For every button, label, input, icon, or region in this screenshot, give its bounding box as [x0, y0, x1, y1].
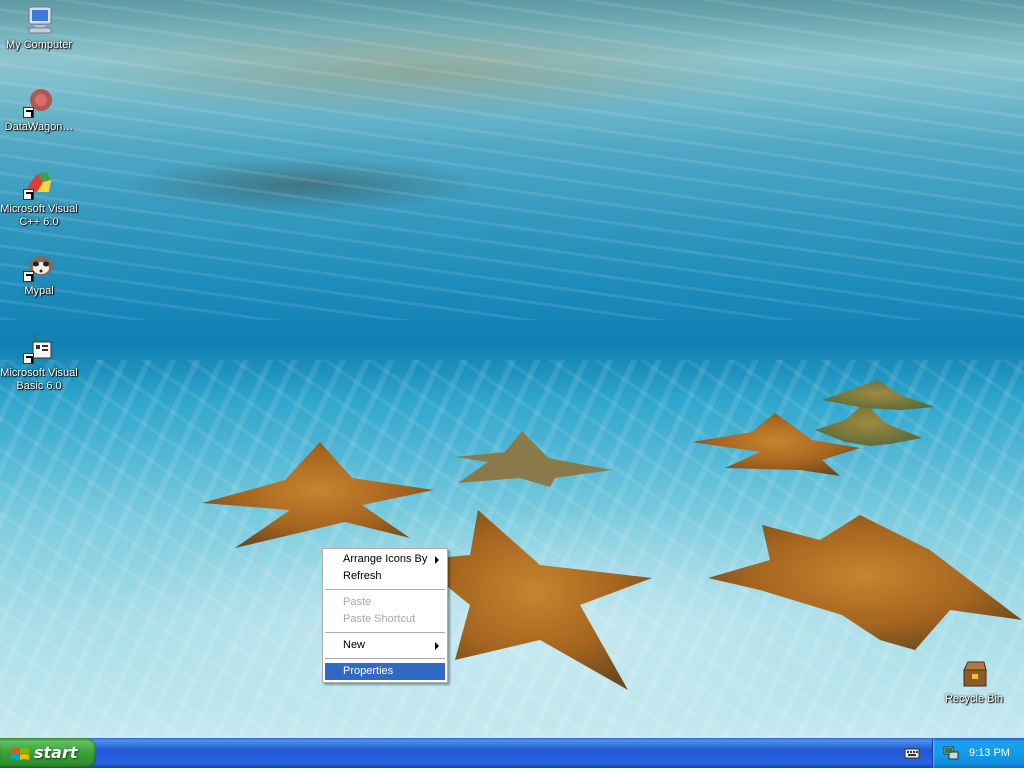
menu-item-properties[interactable]: Properties: [325, 663, 445, 680]
submenu-arrow-icon: [435, 642, 439, 650]
visual-cpp-icon: [23, 168, 55, 200]
visual-basic-icon: [23, 332, 55, 364]
desktop-icon-label: My Computer: [5, 39, 73, 51]
recycle-bin-icon: [958, 658, 990, 690]
menu-item-label: New: [343, 639, 366, 651]
network-icon[interactable]: [943, 745, 959, 761]
taskbar-clock[interactable]: 9:13 PM: [969, 738, 1010, 768]
desktop-icon-label: Mypal: [24, 285, 54, 297]
desktop-icon-label: Microsoft Visual Basic 6.0: [0, 367, 78, 392]
wallpaper-starfish: [202, 380, 1022, 690]
desktop-icon-visual-basic[interactable]: Microsoft Visual Basic 6.0: [0, 332, 78, 393]
desktop-icon-label: DataWagon…: [4, 121, 74, 133]
start-button[interactable]: start: [0, 738, 96, 768]
desktop[interactable]: My Computer DataWagon… Microsoft Visual …: [0, 0, 1024, 738]
system-tray: 9:13 PM: [932, 738, 1024, 768]
menu-item-paste-shortcut[interactable]: Paste Shortcut: [325, 611, 445, 628]
desktop-icon-my-computer[interactable]: My Computer: [0, 4, 78, 52]
desktop-context-menu: Arrange Icons By Refresh Paste Paste Sho…: [322, 548, 448, 683]
menu-item-label: Paste: [343, 596, 372, 608]
menu-separator: [325, 632, 445, 633]
keyboard-icon[interactable]: [904, 746, 920, 760]
shortcut-arrow-icon: [23, 107, 34, 118]
datawagon-icon: [23, 86, 55, 118]
computer-icon: [23, 4, 55, 36]
desktop-icon-mypal[interactable]: Mypal: [0, 250, 78, 298]
menu-item-refresh[interactable]: Refresh: [325, 568, 445, 585]
menu-item-paste[interactable]: Paste: [325, 594, 445, 611]
windows-logo-icon: [10, 744, 30, 774]
mypal-raccoon-icon: [23, 250, 55, 282]
desktop-icon-datawagon[interactable]: DataWagon…: [0, 86, 78, 134]
menu-item-label: Properties: [343, 665, 394, 677]
shortcut-arrow-icon: [23, 353, 34, 364]
menu-item-new[interactable]: New: [325, 637, 445, 654]
desktop-icon-label: Recycle Bin: [944, 693, 1004, 705]
shortcut-arrow-icon: [23, 271, 34, 282]
desktop-icon-visual-cpp[interactable]: Microsoft Visual C++ 6.0: [0, 168, 78, 229]
desktop-icon-label: Microsoft Visual C++ 6.0: [0, 203, 78, 228]
shortcut-arrow-icon: [23, 189, 34, 200]
menu-separator: [325, 589, 445, 590]
menu-item-label: Arrange Icons By: [343, 553, 428, 565]
taskbar: start 9:13 PM: [0, 738, 1024, 768]
desktop-icon-recycle-bin[interactable]: Recycle Bin: [935, 658, 1013, 706]
menu-separator: [325, 658, 445, 659]
start-label: start: [34, 743, 78, 762]
menu-item-label: Paste Shortcut: [343, 613, 416, 625]
menu-item-arrange-icons-by[interactable]: Arrange Icons By: [325, 551, 445, 568]
menu-item-label: Refresh: [343, 570, 382, 582]
submenu-arrow-icon: [435, 556, 439, 564]
